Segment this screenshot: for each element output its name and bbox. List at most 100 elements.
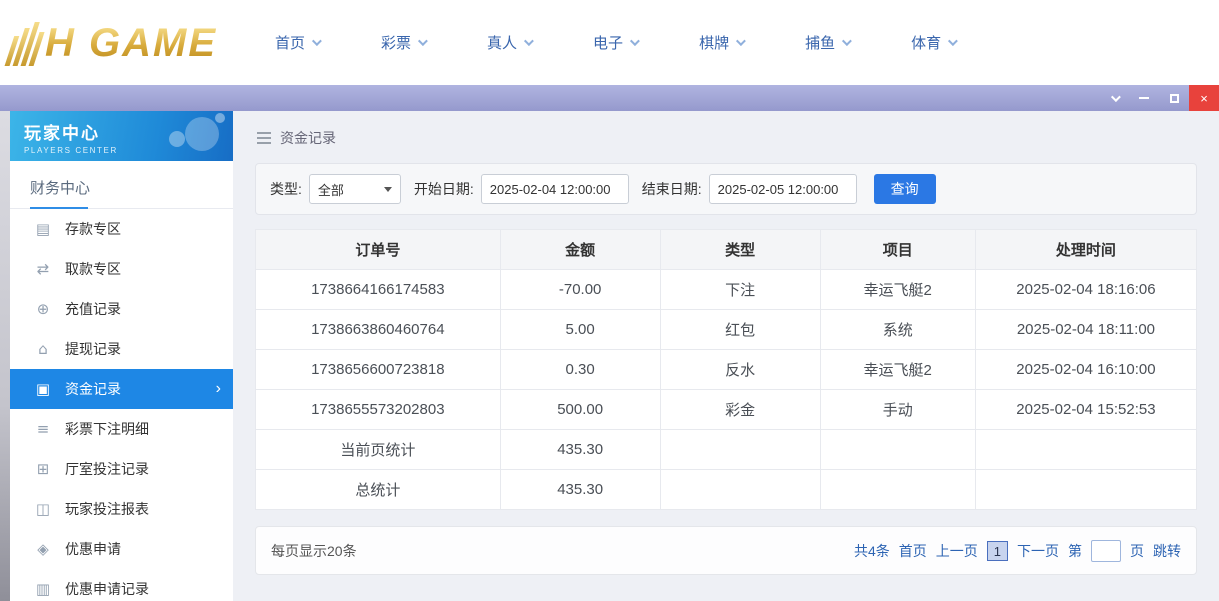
logo-bars-icon <box>5 20 49 66</box>
sidebar-header: 玩家中心 PLAYERS CENTER <box>10 111 233 161</box>
table-cell: 435.30 <box>500 430 660 470</box>
table-cell: 系统 <box>820 310 975 350</box>
sidebar-item-hall-bet-records[interactable]: ⊞厅室投注记录 <box>10 449 233 489</box>
gamepad-deco-icon <box>185 117 219 151</box>
nav-item-2[interactable]: 真人 <box>487 32 531 53</box>
table-cell: 500.00 <box>500 390 660 430</box>
menu-icon[interactable] <box>257 132 271 144</box>
table-cell: 2025-02-04 18:16:06 <box>975 270 1196 310</box>
table-cell: 1738655573202803 <box>256 390 501 430</box>
start-date-input[interactable] <box>481 174 629 204</box>
table-cell: 1738656600723818 <box>256 350 501 390</box>
table-cell: 435.30 <box>500 470 660 510</box>
window-close-button[interactable]: × <box>1189 85 1219 111</box>
chevron-down-icon <box>842 36 852 46</box>
maximize-icon <box>1170 94 1179 103</box>
total-count-label: 共4条 <box>854 541 890 561</box>
breadcrumb-label: 资金记录 <box>280 128 336 148</box>
nav-item-6[interactable]: 体育 <box>911 32 955 53</box>
window-left-edge <box>0 111 10 601</box>
logo-text: H GAME <box>45 20 217 66</box>
table-cell: 下注 <box>660 270 820 310</box>
next-page-link[interactable]: 下一页 <box>1017 541 1059 561</box>
table-cell: 手动 <box>820 390 975 430</box>
promo-apply-records-icon: ▥ <box>34 580 52 598</box>
table-cell: 1738664166174583 <box>256 270 501 310</box>
table-cell: 2025-02-04 16:10:00 <box>975 350 1196 390</box>
sidebar-item-recharge-records[interactable]: ⊕ 充值记录 <box>10 289 233 329</box>
table-cell: 总统计 <box>256 470 501 510</box>
sidebar-menu: ▤存款专区⇄取款专区 ⊕ 充值记录 ⌂提现记录▣资金记录›≡彩票下注明细⊞厅室投注记录… <box>10 209 233 601</box>
sidebar-item-label: 优惠申请记录 <box>65 579 149 599</box>
chevron-down-icon <box>630 36 640 46</box>
sidebar-item-withdrawal-records[interactable]: ⌂提现记录 <box>10 329 233 369</box>
window-maximize-button[interactable] <box>1159 85 1189 111</box>
select-arrow-icon <box>384 187 392 192</box>
sidebar-item-funds-records[interactable]: ▣资金记录› <box>10 369 233 409</box>
end-date-input[interactable] <box>709 174 857 204</box>
sidebar-item-label: 资金记录 <box>65 379 121 399</box>
chevron-down-icon <box>948 36 958 46</box>
sidebar-item-lottery-bet-details[interactable]: ≡彩票下注明细 <box>10 409 233 449</box>
logo: H GAME <box>12 20 217 66</box>
table-cell: 0.30 <box>500 350 660 390</box>
table-cell <box>660 470 820 510</box>
sidebar-item-label: 提现记录 <box>65 339 121 359</box>
sidebar-item-promo-apply[interactable]: ◈优惠申请 <box>10 529 233 569</box>
first-page-link[interactable]: 首页 <box>899 541 927 561</box>
withdraw-zone-icon: ⇄ <box>34 260 52 278</box>
filter-bar: 类型: 全部 开始日期: 结束日期: 查询 <box>255 163 1197 215</box>
sidebar-item-player-bet-report[interactable]: ◫玩家投注报表 <box>10 489 233 529</box>
nav-item-4[interactable]: 棋牌 <box>699 32 743 53</box>
main-content: 资金记录 类型: 全部 开始日期: 结束日期: 查询 订单号金额类型项目处理时间… <box>233 111 1219 601</box>
type-select[interactable]: 全部 <box>309 174 401 204</box>
deposit-zone-icon: ▤ <box>34 220 52 238</box>
nav-item-label: 棋牌 <box>699 32 729 53</box>
nav-item-label: 真人 <box>487 32 517 53</box>
table-cell: -70.00 <box>500 270 660 310</box>
chevron-down-icon <box>312 36 322 46</box>
nav-item-3[interactable]: 电子 <box>593 32 637 53</box>
table-row: 17386638604607645.00红包系统2025-02-04 18:11… <box>256 310 1197 350</box>
table-cell: 幸运飞艇2 <box>820 350 975 390</box>
table-header-cell: 订单号 <box>256 230 501 270</box>
nav-item-0[interactable]: 首页 <box>275 32 319 53</box>
sidebar-item-label: 充值记录 <box>65 299 121 319</box>
sidebar-item-label: 彩票下注明细 <box>65 419 149 439</box>
current-page[interactable]: 1 <box>987 541 1008 561</box>
search-button[interactable]: 查询 <box>874 174 936 204</box>
nav-item-5[interactable]: 捕鱼 <box>805 32 849 53</box>
prev-page-link[interactable]: 上一页 <box>936 541 978 561</box>
table-header-row: 订单号金额类型项目处理时间 <box>256 230 1197 270</box>
table-cell: 彩金 <box>660 390 820 430</box>
table-header-cell: 类型 <box>660 230 820 270</box>
sidebar-item-label: 优惠申请 <box>65 539 121 559</box>
chevron-down-icon <box>1110 92 1120 102</box>
main-nav: 首页 彩票 真人 电子 棋牌 捕鱼 体育 <box>275 32 955 53</box>
page-jump-input[interactable] <box>1091 540 1121 562</box>
minimize-icon <box>1139 97 1149 99</box>
table-row: 总统计435.30 <box>256 470 1197 510</box>
table-cell <box>975 470 1196 510</box>
table-cell: 5.00 <box>500 310 660 350</box>
table-cell: 幸运飞艇2 <box>820 270 975 310</box>
window-minimize-button[interactable] <box>1129 85 1159 111</box>
sidebar-item-deposit-zone[interactable]: ▤存款专区 <box>10 209 233 249</box>
sidebar-item-promo-apply-records[interactable]: ▥ 优惠申请记录 <box>10 569 233 601</box>
table-row: 1738655573202803500.00彩金手动2025-02-04 15:… <box>256 390 1197 430</box>
nav-item-label: 捕鱼 <box>805 32 835 53</box>
nav-item-1[interactable]: 彩票 <box>381 32 425 53</box>
window-dropdown-button[interactable] <box>1099 85 1129 111</box>
table-header-cell: 处理时间 <box>975 230 1196 270</box>
table-row: 1738664166174583-70.00下注幸运飞艇22025-02-04 … <box>256 270 1197 310</box>
sidebar-item-withdraw-zone[interactable]: ⇄取款专区 <box>10 249 233 289</box>
hall-bet-records-icon: ⊞ <box>34 460 52 478</box>
table-row: 当前页统计435.30 <box>256 430 1197 470</box>
table-cell: 1738663860460764 <box>256 310 501 350</box>
sidebar-section-title: 财务中心 <box>10 161 233 209</box>
table-header-cell: 金额 <box>500 230 660 270</box>
type-select-value: 全部 <box>318 180 344 199</box>
recharge-records-icon: ⊕ <box>34 300 52 318</box>
jump-link[interactable]: 跳转 <box>1153 541 1181 561</box>
end-date-label: 结束日期: <box>642 179 702 199</box>
